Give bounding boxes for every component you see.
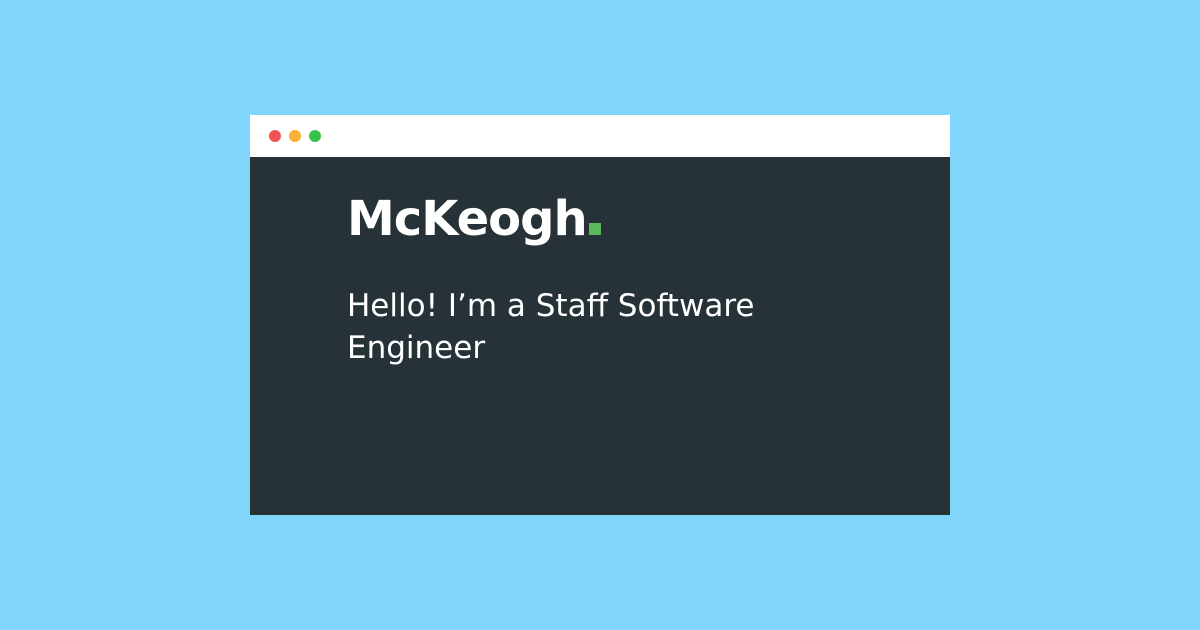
close-dot-icon[interactable] xyxy=(269,130,281,142)
browser-window: McKeogh Hello! I’m a Staff Software Engi… xyxy=(250,115,950,515)
maximize-dot-icon[interactable] xyxy=(309,130,321,142)
window-titlebar xyxy=(250,115,950,157)
brand-logo: McKeogh xyxy=(347,191,601,247)
brand-name: McKeogh xyxy=(347,191,588,247)
page-viewport: McKeogh Hello! I’m a Staff Software Engi… xyxy=(250,157,950,515)
intro-text: Hello! I’m a Staff Software Engineer xyxy=(347,288,755,366)
brand-accent-square-icon xyxy=(588,223,601,235)
minimize-dot-icon[interactable] xyxy=(289,130,301,142)
